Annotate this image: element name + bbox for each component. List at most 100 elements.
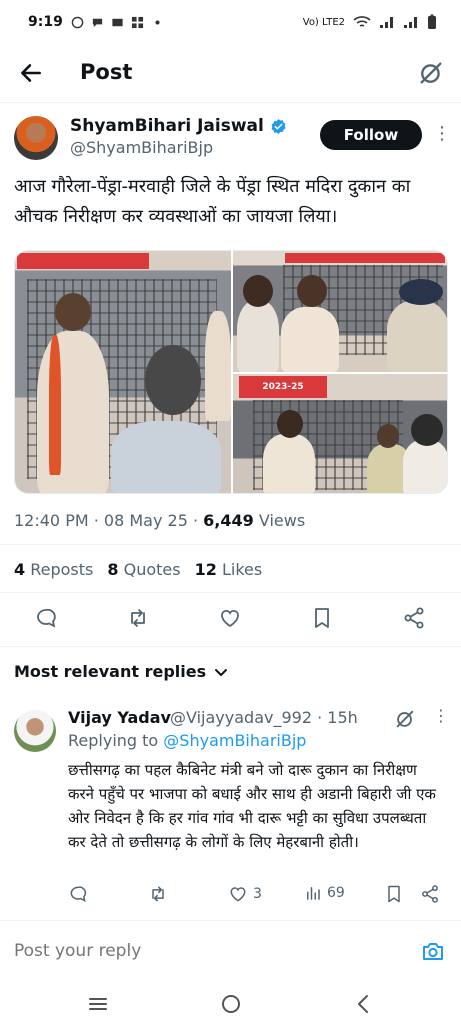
- person-head: [297, 275, 327, 307]
- apps-icon: [131, 16, 143, 28]
- police-cap: [399, 279, 443, 305]
- quotes-label: Quotes: [123, 560, 181, 579]
- reply-reply-button[interactable]: [68, 884, 88, 904]
- chat-icon: [92, 18, 102, 27]
- reply-author-meta: @Vijayyadav_992 · 15h: [170, 708, 358, 727]
- reply-author-name[interactable]: Vijay Yadav: [68, 708, 171, 727]
- reply-bookmark-button[interactable]: [384, 884, 404, 904]
- person-head: [411, 414, 443, 446]
- reply-icon: [70, 886, 87, 903]
- reply-composer: [0, 920, 461, 984]
- camera-icon[interactable]: [421, 939, 445, 963]
- reposts-label: Reposts: [30, 560, 94, 579]
- author-name-row[interactable]: ShyamBihari Jaiswal: [70, 116, 287, 136]
- person: [111, 421, 221, 493]
- recents-icon[interactable]: [86, 992, 110, 1016]
- post-meta: 12:40 PM · 08 May 25 · 6,449 Views: [14, 511, 306, 530]
- post-photo-3[interactable]: 2023-25: [233, 374, 447, 493]
- battery-icon: [428, 14, 436, 29]
- reply-like-button[interactable]: 3: [228, 884, 262, 904]
- person: [281, 307, 339, 372]
- like-icon[interactable]: [218, 606, 242, 630]
- shop-sign-year: 2023-25: [239, 376, 327, 398]
- bookmark-icon[interactable]: [310, 606, 334, 630]
- person: [37, 331, 109, 493]
- replying-prefix: Replying to: [68, 731, 159, 750]
- reply-author-handle[interactable]: @Vijayyadav_992: [170, 708, 312, 727]
- home-icon[interactable]: [219, 992, 243, 1016]
- reply-share-button[interactable]: [420, 884, 440, 904]
- divider: [0, 592, 461, 593]
- whatsapp-icon: [71, 16, 84, 28]
- follow-button[interactable]: Follow: [320, 120, 422, 150]
- reply-icon[interactable]: [34, 606, 58, 630]
- like-icon: [230, 887, 246, 902]
- reply-avatar[interactable]: [14, 710, 56, 752]
- mail-icon: [112, 18, 123, 26]
- notification-icons: [71, 16, 164, 29]
- share-icon: [422, 885, 438, 903]
- scarf: [49, 335, 61, 475]
- post-photo-1[interactable]: [15, 251, 231, 493]
- reply-age: 15h: [327, 708, 358, 727]
- verified-badge-icon: [271, 118, 286, 134]
- quotes-stat[interactable]: 8 Quotes: [107, 560, 180, 579]
- more-options-icon[interactable]: ⋮: [433, 124, 451, 144]
- status-time: 9:19: [28, 14, 63, 30]
- author-avatar[interactable]: [14, 116, 58, 160]
- network-label: Vo) LTE2: [302, 16, 345, 28]
- post-time: 12:40 PM: [14, 511, 89, 530]
- reply-more-icon[interactable]: ⋮: [433, 706, 449, 725]
- person: [237, 301, 279, 372]
- divider: [0, 102, 461, 103]
- divider: [0, 646, 461, 647]
- back-arrow-icon[interactable]: [18, 60, 44, 86]
- post-text: आज गौरेला-पेंड्रा-मरवाही जिले के पेंड्रा…: [14, 176, 411, 227]
- dot-icon: [155, 19, 160, 25]
- person: [205, 311, 231, 421]
- signal-icon: [380, 17, 393, 28]
- person: [403, 440, 447, 493]
- replies-heading: Most relevant replies: [14, 662, 207, 681]
- post-author: ShyamBihari Jaiswal @ShyamBihariBjp Foll…: [14, 116, 451, 166]
- shop-sign: [17, 253, 149, 269]
- share-icon[interactable]: [402, 606, 426, 630]
- reply-views-button[interactable]: 69: [304, 884, 345, 902]
- likes-stat[interactable]: 12 Likes: [195, 560, 263, 579]
- repost-icon[interactable]: [126, 606, 150, 630]
- wifi-icon: [353, 16, 371, 27]
- likes-label: Likes: [221, 560, 263, 579]
- post-photo-2[interactable]: [233, 251, 447, 372]
- reposts-stat[interactable]: 4 Reposts: [14, 560, 93, 579]
- grok-icon[interactable]: [417, 59, 445, 87]
- system-nav-bar: [0, 984, 461, 1024]
- reply-repost-button[interactable]: [148, 884, 168, 904]
- reply-input[interactable]: [14, 941, 394, 961]
- author-handle[interactable]: @ShyamBihariBjp: [70, 138, 213, 157]
- quotes-count: 8: [107, 560, 119, 579]
- back-nav-icon[interactable]: [352, 992, 376, 1016]
- system-icons: Vo) LTE2: [303, 14, 437, 30]
- replying-to-line: Replying to @ShyamBihariBjp: [68, 731, 306, 750]
- status-bar: 9:19 Vo) LTE2: [0, 0, 461, 44]
- signal-icon-2: [404, 17, 417, 28]
- views-chart-icon: [307, 887, 320, 900]
- person-head: [243, 275, 273, 307]
- post-media-grid: 2023-25: [14, 250, 448, 494]
- post-stats: 4 Reposts 8 Quotes 12 Likes: [14, 560, 262, 579]
- grok-icon[interactable]: [394, 708, 416, 730]
- replies-sort[interactable]: Most relevant replies: [14, 662, 228, 681]
- reply-like-count: 3: [253, 886, 262, 902]
- person-head: [277, 410, 303, 438]
- post-date: 08 May 25: [103, 511, 188, 530]
- divider: [0, 544, 461, 545]
- person-head: [145, 345, 201, 415]
- author-name: ShyamBihari Jaiswal: [70, 116, 264, 136]
- reply-views-count: 69: [327, 885, 345, 901]
- person: [387, 301, 447, 372]
- post-actions: [0, 606, 461, 634]
- replying-to-link[interactable]: @ShyamBihariBjp: [163, 731, 306, 750]
- reply-actions: 3 69: [68, 884, 448, 906]
- reposts-count: 4: [14, 560, 26, 579]
- likes-count: 12: [194, 560, 217, 579]
